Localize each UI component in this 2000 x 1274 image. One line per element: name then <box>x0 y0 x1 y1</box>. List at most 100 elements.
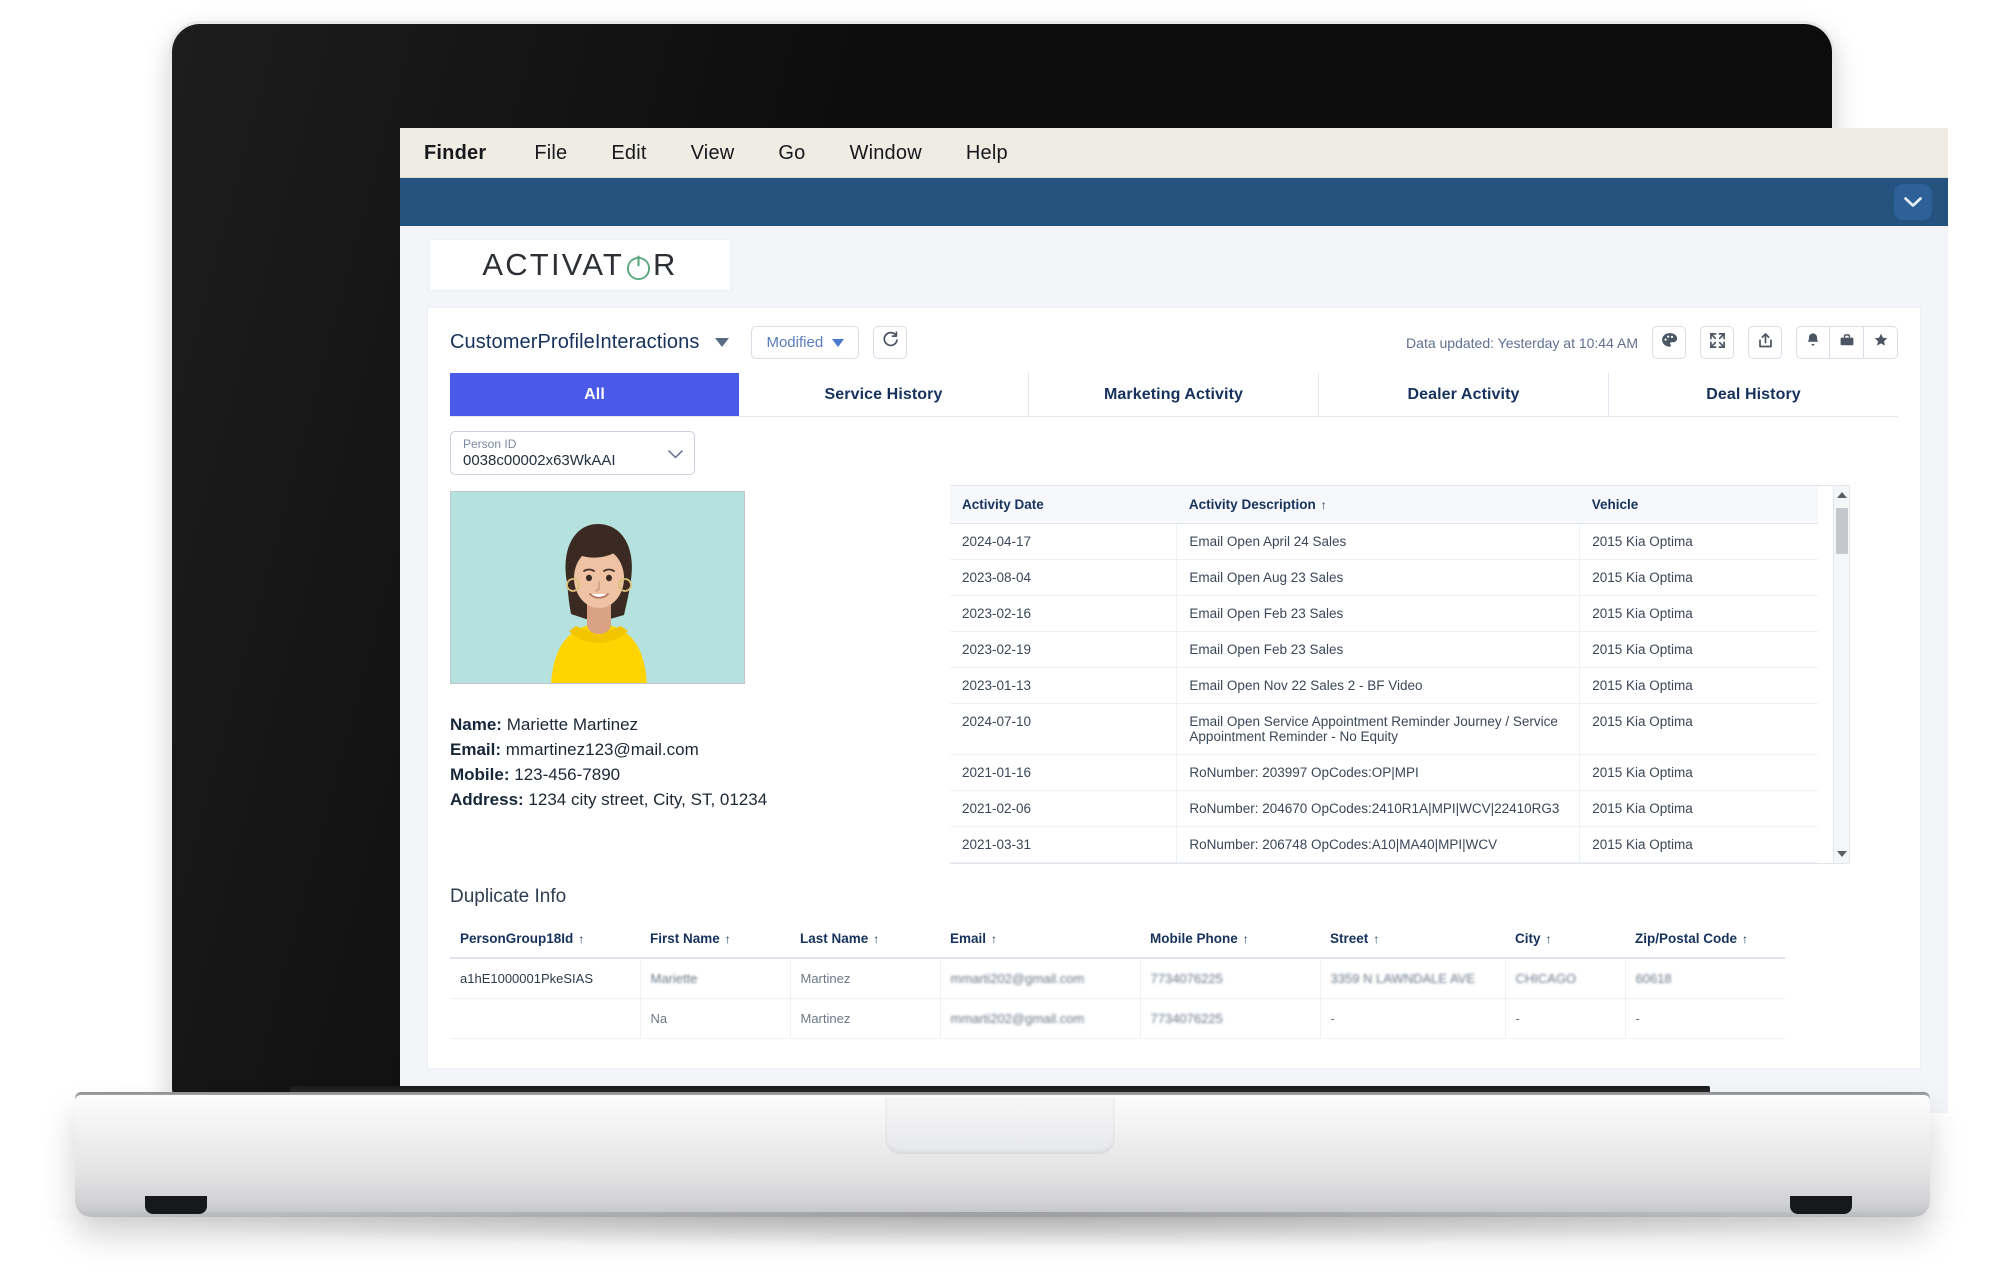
duplicate-table-body: a1hE1000001PkeSIAS Mariette Martinez mma… <box>450 958 1785 1039</box>
tab-service-history[interactable]: Service History <box>739 373 1029 416</box>
table-row[interactable]: 2021-02-06 RoNumber: 204670 OpCodes:2410… <box>950 790 1818 827</box>
sort-ascending-icon: ↑ <box>578 932 585 946</box>
table-row[interactable]: 2023-02-16 Email Open Feb 23 Sales 2015 … <box>950 595 1818 632</box>
sort-ascending-icon: ↑ <box>991 932 998 946</box>
cell-vehicle: 2015 Kia Optima <box>1579 595 1818 632</box>
scrollbar-thumb[interactable] <box>1836 508 1848 554</box>
menu-item-help[interactable]: Help <box>944 128 1030 178</box>
table-row[interactable]: 2023-01-13 Email Open Nov 22 Sales 2 - B… <box>950 667 1818 704</box>
column-zip-postal-code-label: Zip/Postal Code <box>1635 931 1738 946</box>
tab-dealer-activity[interactable]: Dealer Activity <box>1319 373 1609 416</box>
menu-item-file[interactable]: File <box>512 128 589 178</box>
cell-activity-date: 2021-01-16 <box>950 754 1178 791</box>
laptop-lid: Finder File Edit View Go Window Help ACT… <box>172 24 1948 1113</box>
power-symbol-icon <box>625 252 652 280</box>
table-row[interactable]: a1hE1000001PkeSIAS Mariette Martinez mma… <box>450 958 1785 999</box>
column-street-label: Street <box>1330 931 1369 946</box>
profile-name-label: Name: <box>450 715 502 734</box>
column-mobile-phone[interactable]: Mobile Phone ↑ <box>1140 920 1320 959</box>
tab-all[interactable]: All <box>450 373 739 416</box>
app-page: ACTIVAT R CustomerProfileInteractions Mo… <box>400 240 1948 1113</box>
table-row[interactable]: 2024-04-17 Email Open April 24 Sales 201… <box>950 523 1818 560</box>
cell-last-name: Martinez <box>790 998 941 1039</box>
duplicate-info-wrapper: PersonGroup18Id ↑ First Name ↑ Last Name ↑ … <box>450 920 1898 1039</box>
briefcase-button[interactable] <box>1830 326 1864 359</box>
dataset-name: CustomerProfileInteractions <box>450 331 700 353</box>
tab-marketing-activity[interactable]: Marketing Activity <box>1029 373 1319 416</box>
profile-mobile-label: Mobile: <box>450 765 510 784</box>
profile-name-value: Mariette Martinez <box>506 715 639 734</box>
cell-activity-description: Email Open Nov 22 Sales 2 - BF Video <box>1176 667 1581 704</box>
duplicate-info-table: PersonGroup18Id ↑ First Name ↑ Last Name ↑ … <box>450 920 1785 1039</box>
card-toolbar: CustomerProfileInteractions Modified Dat… <box>428 308 1920 365</box>
cell-vehicle: 2015 Kia Optima <box>1579 523 1818 560</box>
menu-item-go[interactable]: Go <box>756 128 827 178</box>
cell-activity-date: 2023-02-19 <box>950 631 1178 668</box>
cell-zip-postal-code: 60618 <box>1625 958 1785 999</box>
activity-table-header-row: Activity Date Activity Description ↑ Vehi… <box>950 486 1818 524</box>
column-activity-description[interactable]: Activity Description ↑ <box>1176 486 1580 524</box>
column-first-name[interactable]: First Name ↑ <box>640 920 790 959</box>
cell-city: CHICAGO <box>1505 958 1626 999</box>
table-row[interactable]: 2023-08-04 Email Open Aug 23 Sales 2015 … <box>950 559 1818 596</box>
person-id-select[interactable]: Person ID 0038c00002x63WkAAI <box>450 431 695 475</box>
cell-activity-date: 2024-07-10 <box>950 703 1178 755</box>
column-last-name[interactable]: Last Name ↑ <box>790 920 940 959</box>
cell-vehicle: 2015 Kia Optima <box>1579 754 1818 791</box>
column-zip-postal-code[interactable]: Zip/Postal Code ↑ <box>1625 920 1785 959</box>
cell-persongroup18id <box>450 998 641 1039</box>
sort-ascending-icon: ↑ <box>1742 932 1749 946</box>
cell-activity-description: Email Open April 24 Sales <box>1176 523 1581 560</box>
column-persongroup18id-label: PersonGroup18Id <box>460 931 574 946</box>
logo-text-after: R <box>653 247 678 282</box>
profile-email-label: Email: <box>450 740 502 759</box>
column-persongroup18id[interactable]: PersonGroup18Id ↑ <box>450 920 640 959</box>
table-row[interactable]: 2024-07-10 Email Open Service Appointmen… <box>950 703 1818 755</box>
column-mobile-phone-label: Mobile Phone <box>1150 931 1238 946</box>
header-chevron-button[interactable] <box>1894 184 1932 220</box>
logo-text-before: ACTIVAT <box>482 247 625 282</box>
menu-item-finder[interactable]: Finder <box>418 128 512 178</box>
activity-table-wrapper: Activity Date Activity Description ↑ Vehi… <box>950 485 1850 864</box>
menu-item-view[interactable]: View <box>669 128 757 178</box>
menu-item-window[interactable]: Window <box>828 128 944 178</box>
avatar <box>451 492 744 683</box>
table-row[interactable]: 2021-03-31 RoNumber: 206748 OpCodes:A10|… <box>950 826 1818 863</box>
profile-mobile-row: Mobile: 123-456-7890 <box>450 762 950 787</box>
tab-deal-history[interactable]: Deal History <box>1609 373 1898 416</box>
scroll-up-arrow-icon[interactable] <box>1837 492 1847 498</box>
table-row[interactable]: 2021-01-16 RoNumber: 203997 OpCodes:OP|M… <box>950 754 1818 791</box>
palette-button[interactable] <box>1652 326 1686 359</box>
cell-activity-date: 2023-01-13 <box>950 667 1178 704</box>
filter-modified-button[interactable]: Modified <box>751 326 860 359</box>
person-id-label: Person ID <box>463 437 517 451</box>
tab-bar: All Service History Marketing Activity D… <box>450 373 1898 417</box>
refresh-button[interactable] <box>873 326 908 359</box>
table-row[interactable]: Na Martinez mmarti202@gmail.com 77340762… <box>450 998 1785 1039</box>
sort-ascending-icon: ↑ <box>1320 498 1327 512</box>
scroll-down-arrow-icon[interactable] <box>1837 851 1847 857</box>
duplicate-table-header-row: PersonGroup18Id ↑ First Name ↑ Last Name ↑ … <box>450 920 1785 959</box>
data-updated-text: Data updated: Yesterday at 10:44 AM <box>1406 334 1638 351</box>
star-icon <box>1873 332 1889 353</box>
column-city[interactable]: City ↑ <box>1505 920 1625 959</box>
share-button[interactable] <box>1748 326 1782 359</box>
sort-ascending-icon: ↑ <box>724 932 731 946</box>
column-email[interactable]: Email ↑ <box>940 920 1140 959</box>
profile-email-row: Email: mmartinez123@mail.com <box>450 737 950 762</box>
table-row[interactable]: 2023-02-19 Email Open Feb 23 Sales 2015 … <box>950 631 1818 668</box>
column-street[interactable]: Street ↑ <box>1320 920 1505 959</box>
caret-down-icon <box>832 334 845 352</box>
column-activity-date[interactable]: Activity Date <box>950 486 1177 524</box>
screen: Finder File Edit View Go Window Help ACT… <box>400 128 1948 1113</box>
activity-table-body: 2024-04-17 Email Open April 24 Sales 201… <box>950 523 1818 863</box>
menu-item-edit[interactable]: Edit <box>589 128 668 178</box>
column-activity-description-label: Activity Description <box>1188 497 1316 512</box>
column-vehicle[interactable]: Vehicle <box>1579 486 1818 524</box>
dataset-dropdown-button[interactable] <box>715 334 730 352</box>
bell-button[interactable] <box>1796 326 1830 359</box>
expand-button[interactable] <box>1700 326 1734 359</box>
star-button[interactable] <box>1864 326 1898 359</box>
cell-activity-description: RoNumber: 206748 OpCodes:A10|MA40|MPI|WC… <box>1176 826 1581 863</box>
vertical-scrollbar[interactable] <box>1833 486 1849 863</box>
